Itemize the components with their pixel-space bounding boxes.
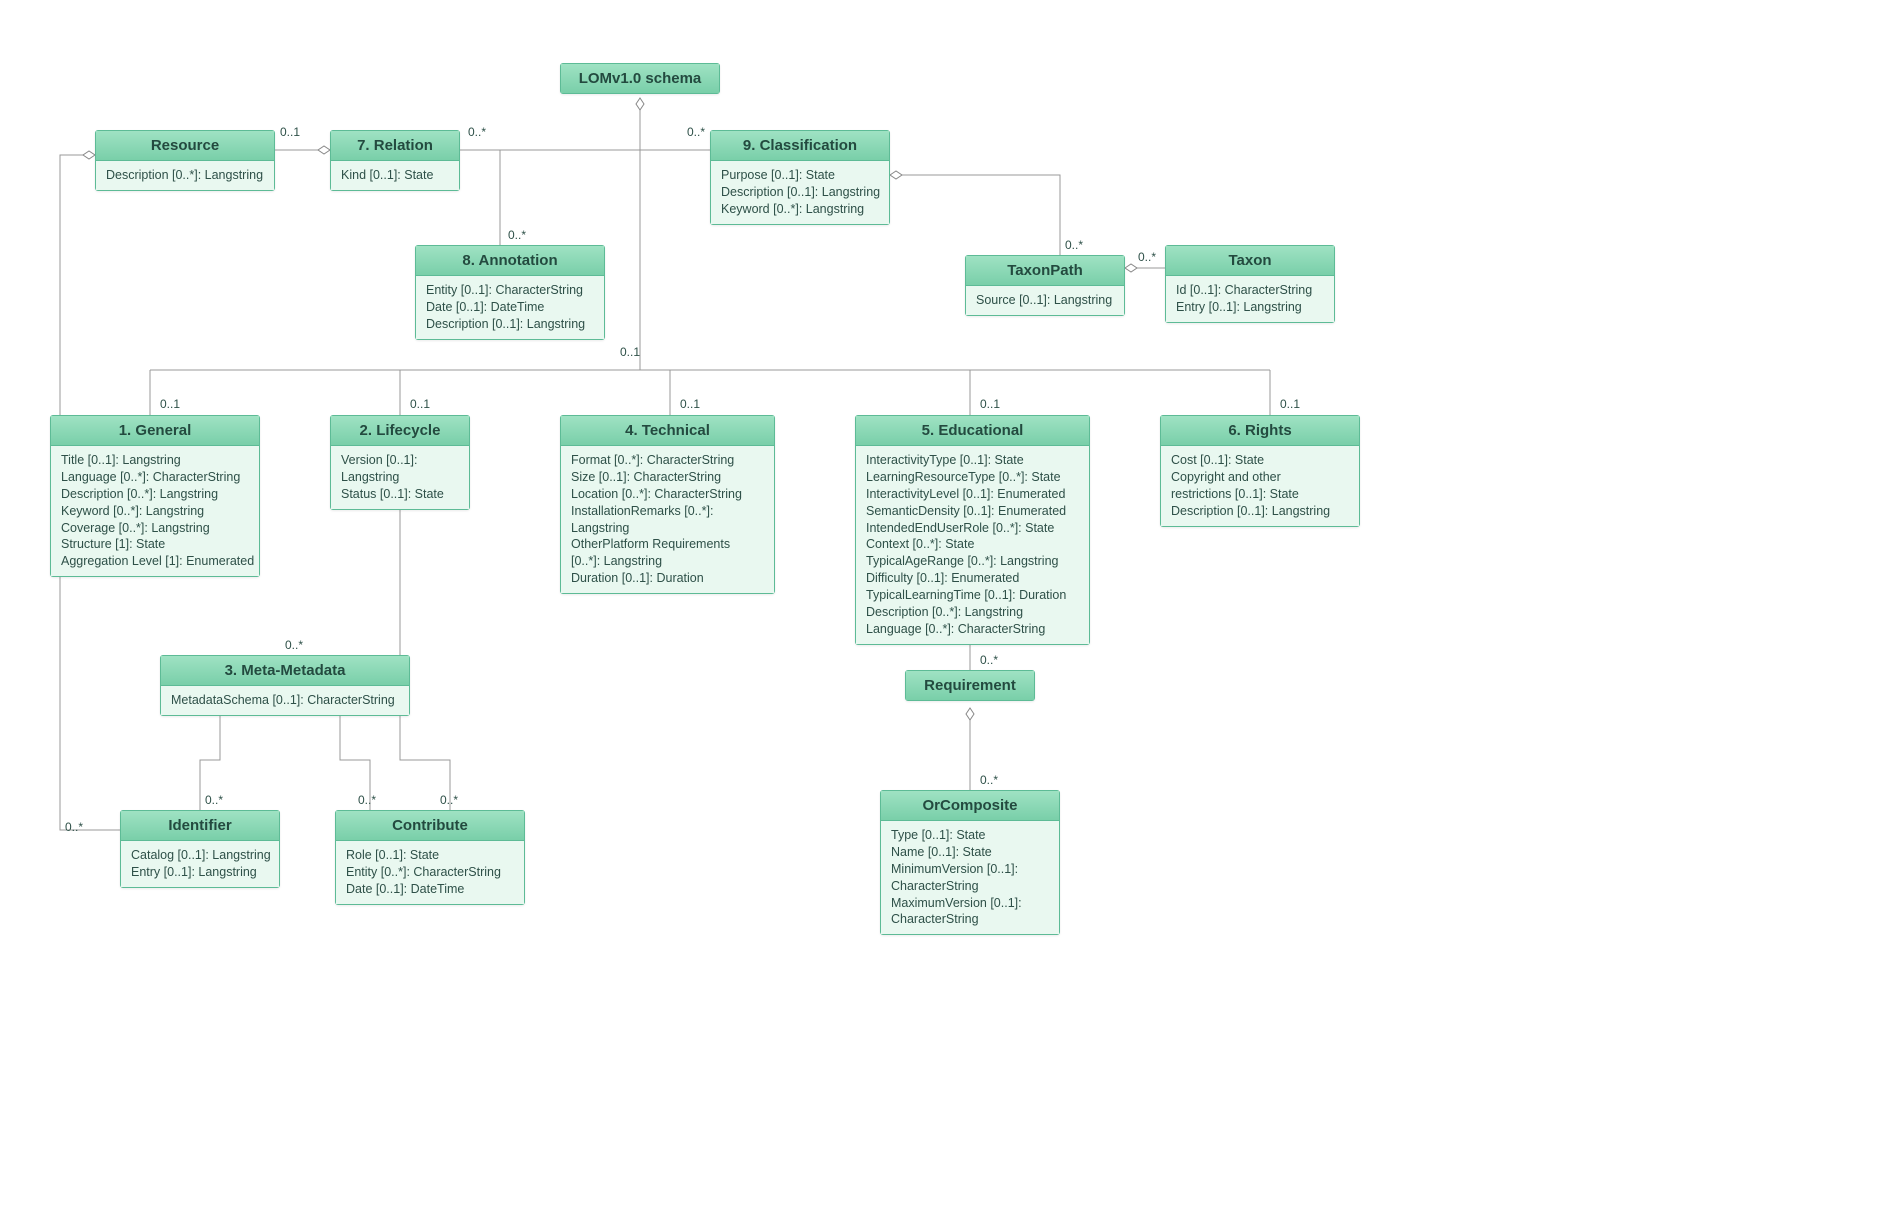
class-body: Version [0..1]: Langstring Status [0..1]… [331, 446, 469, 509]
class-title: Taxon [1166, 246, 1334, 276]
class-title: 5. Educational [856, 416, 1089, 446]
class-title: 1. General [51, 416, 259, 446]
class-orcomposite: OrComposite Type [0..1]: State Name [0..… [880, 790, 1060, 935]
mult-contribute-2: 0..* [440, 793, 458, 807]
class-body: Kind [0..1]: State [331, 161, 459, 190]
mult-root-relation: 0..* [468, 125, 486, 139]
class-title: 8. Annotation [416, 246, 604, 276]
class-rights: 6. Rights Cost [0..1]: State Copyright a… [1160, 415, 1360, 527]
class-body: Format [0..*]: CharacterString Size [0..… [561, 446, 774, 593]
mult-identifier-left: 0..* [65, 820, 83, 834]
mult-general: 0..1 [160, 397, 180, 411]
class-body: Role [0..1]: State Entity [0..*]: Charac… [336, 841, 524, 904]
diagram-canvas: LOMv1.0 schema Resource Description [0..… [0, 0, 1892, 1214]
class-title: Contribute [336, 811, 524, 841]
mult-rights: 0..1 [1280, 397, 1300, 411]
class-annotation: 8. Annotation Entity [0..1]: CharacterSt… [415, 245, 605, 340]
class-classification: 9. Classification Purpose [0..1]: State … [710, 130, 890, 225]
mult-classification-taxonpath: 0..* [1065, 238, 1083, 252]
mult-lifecycle: 0..1 [410, 397, 430, 411]
class-general: 1. General Title [0..1]: Langstring Lang… [50, 415, 260, 577]
class-title: 9. Classification [711, 131, 889, 161]
mult-relation-annotation: 0..* [508, 228, 526, 242]
class-title: 3. Meta-Metadata [161, 656, 409, 686]
class-taxon: Taxon Id [0..1]: CharacterString Entry [… [1165, 245, 1335, 323]
mult-requirement: 0..* [980, 653, 998, 667]
class-title: 2. Lifecycle [331, 416, 469, 446]
mult-orcomposite: 0..* [980, 773, 998, 787]
mult-identifier-top: 0..* [205, 793, 223, 807]
class-body: MetadataSchema [0..1]: CharacterString [161, 686, 409, 715]
mult-technical: 0..1 [680, 397, 700, 411]
class-title: Requirement [906, 671, 1034, 700]
class-body: Cost [0..1]: State Copyright and other r… [1161, 446, 1359, 526]
class-identifier: Identifier Catalog [0..1]: Langstring En… [120, 810, 280, 888]
mult-taxonpath-taxon: 0..* [1138, 250, 1156, 264]
class-title: TaxonPath [966, 256, 1124, 286]
class-title: 7. Relation [331, 131, 459, 161]
mult-mid: 0..1 [620, 345, 640, 359]
class-technical: 4. Technical Format [0..*]: CharacterStr… [560, 415, 775, 594]
class-body: Id [0..1]: CharacterString Entry [0..1]:… [1166, 276, 1334, 322]
class-body: Title [0..1]: Langstring Language [0..*]… [51, 446, 259, 576]
class-body: InteractivityType [0..1]: State Learning… [856, 446, 1089, 644]
class-resource: Resource Description [0..*]: Langstring [95, 130, 275, 191]
class-body: Catalog [0..1]: Langstring Entry [0..1]:… [121, 841, 279, 887]
mult-relation-resource: 0..1 [280, 125, 300, 139]
class-body: Description [0..*]: Langstring [96, 161, 274, 190]
class-relation: 7. Relation Kind [0..1]: State [330, 130, 460, 191]
class-root: LOMv1.0 schema [560, 63, 720, 94]
mult-metametadata: 0..* [285, 638, 303, 652]
class-title: Resource [96, 131, 274, 161]
class-requirement: Requirement [905, 670, 1035, 701]
class-taxonpath: TaxonPath Source [0..1]: Langstring [965, 255, 1125, 316]
class-title: 4. Technical [561, 416, 774, 446]
class-body: Purpose [0..1]: State Description [0..1]… [711, 161, 889, 224]
class-title: 6. Rights [1161, 416, 1359, 446]
class-body: Entity [0..1]: CharacterString Date [0..… [416, 276, 604, 339]
class-title: Identifier [121, 811, 279, 841]
mult-educational: 0..1 [980, 397, 1000, 411]
class-title: LOMv1.0 schema [561, 64, 719, 93]
class-body: Type [0..1]: State Name [0..1]: State Mi… [881, 821, 1059, 934]
mult-contribute-1: 0..* [358, 793, 376, 807]
class-contribute: Contribute Role [0..1]: State Entity [0.… [335, 810, 525, 905]
class-body: Source [0..1]: Langstring [966, 286, 1124, 315]
mult-root-classification: 0..* [687, 125, 705, 139]
class-title: OrComposite [881, 791, 1059, 821]
class-metametadata: 3. Meta-Metadata MetadataSchema [0..1]: … [160, 655, 410, 716]
class-educational: 5. Educational InteractivityType [0..1]:… [855, 415, 1090, 645]
class-lifecycle: 2. Lifecycle Version [0..1]: Langstring … [330, 415, 470, 510]
